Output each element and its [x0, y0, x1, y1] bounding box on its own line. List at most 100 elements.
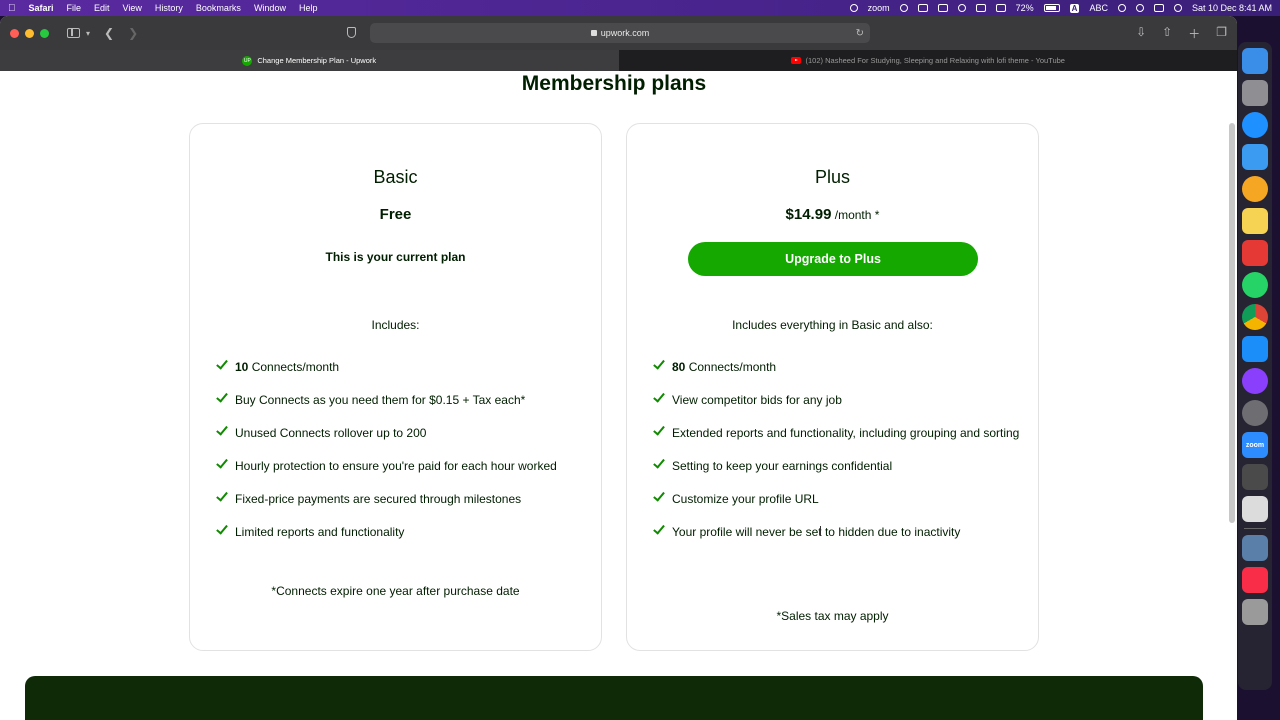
finder-icon[interactable] [1242, 48, 1268, 74]
address-bar-url: upwork.com [600, 28, 650, 38]
zoom-icon[interactable]: zoom [1242, 432, 1268, 458]
app-store-icon[interactable] [1242, 336, 1268, 362]
checkmark-icon [216, 394, 228, 402]
checkmark-icon [216, 460, 228, 468]
preview-icon[interactable] [1242, 535, 1268, 561]
wifi-icon[interactable] [1117, 4, 1126, 12]
feature-text: Fixed-price payments are secured through… [235, 492, 522, 506]
list-item: Unused Connects rollover up to 200 [216, 425, 586, 442]
checkmark-icon [216, 526, 228, 534]
input-source-label: ABC [1089, 3, 1108, 13]
menu-edit[interactable]: Edit [94, 3, 110, 13]
feature-text: Limited reports and functionality [235, 525, 405, 539]
share-icon[interactable]: ⇧ [1162, 25, 1172, 42]
screenshot-icon[interactable] [1242, 496, 1268, 522]
menu-help[interactable]: Help [299, 3, 318, 13]
close-window-button[interactable] [10, 28, 19, 38]
checkmark-icon [653, 493, 665, 501]
window-controls [10, 28, 49, 38]
trash-icon[interactable] [1242, 599, 1268, 625]
mail-icon[interactable] [1242, 144, 1268, 170]
feature-bold: 10 [235, 360, 249, 374]
feature-bold: 80 [672, 360, 686, 374]
apple-menu-icon[interactable]:  [8, 3, 16, 14]
list-item: View competitor bids for any job [653, 392, 1023, 409]
safari-icon[interactable] [1242, 112, 1268, 138]
volume-icon[interactable] [937, 4, 948, 12]
tab-overview-icon[interactable]: ❐ [1216, 25, 1227, 42]
checkmark-icon [653, 394, 665, 402]
music-icon[interactable] [1242, 567, 1268, 593]
sidebar-toggle-icon[interactable] [67, 28, 80, 38]
feature-text: Connects/month [248, 360, 340, 374]
feature-text: Extended reports and functionality, incl… [672, 426, 1020, 440]
dock-separator [1244, 528, 1266, 529]
display-icon[interactable] [975, 4, 986, 12]
calculator-icon[interactable] [1242, 464, 1268, 490]
spotlight-search-icon[interactable] [1135, 4, 1144, 12]
reload-icon[interactable]: ↻ [856, 28, 864, 39]
minimize-window-button[interactable] [25, 28, 34, 38]
list-item: Customize your profile URL [653, 491, 1023, 508]
menu-app-name[interactable]: Safari [29, 3, 54, 13]
menu-window[interactable]: Window [254, 3, 286, 13]
privacy-shield-icon[interactable] [347, 27, 356, 38]
downloads-icon[interactable]: ⇩ [1136, 25, 1146, 42]
feature-text: Customize your profile URL [672, 492, 819, 506]
plan-card-basic: Basic Free This is your current plan Inc… [189, 123, 602, 651]
fullscreen-window-button[interactable] [40, 28, 49, 38]
menu-history[interactable]: History [155, 3, 183, 13]
forward-button[interactable]: ❯ [128, 26, 138, 40]
record-status-icon[interactable] [849, 4, 858, 12]
includes-heading: Includes everything in Basic and also: [732, 318, 933, 332]
list-item: Buy Connects as you need them for $0.15 … [216, 392, 586, 409]
chrome-icon[interactable] [1242, 304, 1268, 330]
battery-icon[interactable] [1043, 4, 1060, 12]
youtube-favicon-icon [790, 57, 801, 64]
photos-icon[interactable] [1242, 176, 1268, 202]
control-center-icon[interactable] [1153, 4, 1164, 12]
info-status-icon[interactable] [899, 4, 908, 12]
launchpad-icon[interactable] [1242, 80, 1268, 106]
menu-bookmarks[interactable]: Bookmarks [196, 3, 241, 13]
feature-text: Unused Connects rollover up to 200 [235, 426, 427, 440]
menu-clock[interactable]: Sat 10 Dec 8:41 AM [1192, 3, 1272, 13]
cast-icon[interactable] [995, 4, 1006, 12]
system-preferences-icon[interactable] [1242, 400, 1268, 426]
zoom-dock-label: zoom [1245, 441, 1265, 449]
page-scrollbar[interactable] [1229, 123, 1235, 523]
anydesk-icon[interactable] [1242, 240, 1268, 266]
plan-name: Plus [814, 167, 850, 187]
siri-icon[interactable] [1173, 4, 1182, 12]
browser-toolbar: ▾ ❮ ❯ upwork.com ↻ ⇩ ⇧ ＋ ❐ [0, 16, 1237, 50]
notes-icon[interactable] [1242, 208, 1268, 234]
plan-price: $14.99 /month * [627, 206, 1038, 223]
menu-zoom-label[interactable]: zoom [868, 3, 890, 13]
tab-youtube[interactable]: (102) Nasheed For Studying, Sleeping and… [618, 50, 1237, 71]
back-button[interactable]: ❮ [104, 26, 114, 40]
address-bar[interactable]: upwork.com ↻ [370, 23, 870, 43]
input-source-icon[interactable]: A [1069, 3, 1080, 13]
new-tab-icon[interactable]: ＋ [1188, 25, 1200, 42]
list-item: 10 Connects/month [216, 359, 586, 376]
messenger-icon[interactable] [1242, 368, 1268, 394]
mic-status-icon[interactable] [917, 4, 928, 12]
page-title: Membership plans [521, 72, 707, 95]
feature-text: Connects/month [685, 360, 777, 374]
tab-bar: UP Change Membership Plan - Upwork (102)… [0, 50, 1237, 71]
checkmark-icon [653, 361, 665, 369]
list-item: Your profile will never be set to hidden… [653, 524, 1023, 541]
tab-title: Change Membership Plan - Upwork [257, 56, 377, 65]
menu-view[interactable]: View [123, 3, 142, 13]
chevron-down-icon[interactable]: ▾ [86, 29, 90, 38]
play-status-icon[interactable] [957, 4, 966, 12]
menu-file[interactable]: File [67, 3, 82, 13]
battery-percent: 72% [1015, 3, 1034, 13]
whatsapp-icon[interactable] [1242, 272, 1268, 298]
plan-name: Basic [373, 167, 418, 187]
upgrade-to-plus-button[interactable]: Upgrade to Plus [688, 242, 978, 276]
checkmark-icon [653, 526, 665, 534]
tab-upwork[interactable]: UP Change Membership Plan - Upwork [0, 50, 619, 71]
upwork-favicon-icon: UP [242, 55, 253, 66]
feature-list: 80 Connects/month View competitor bids f… [653, 359, 1023, 557]
